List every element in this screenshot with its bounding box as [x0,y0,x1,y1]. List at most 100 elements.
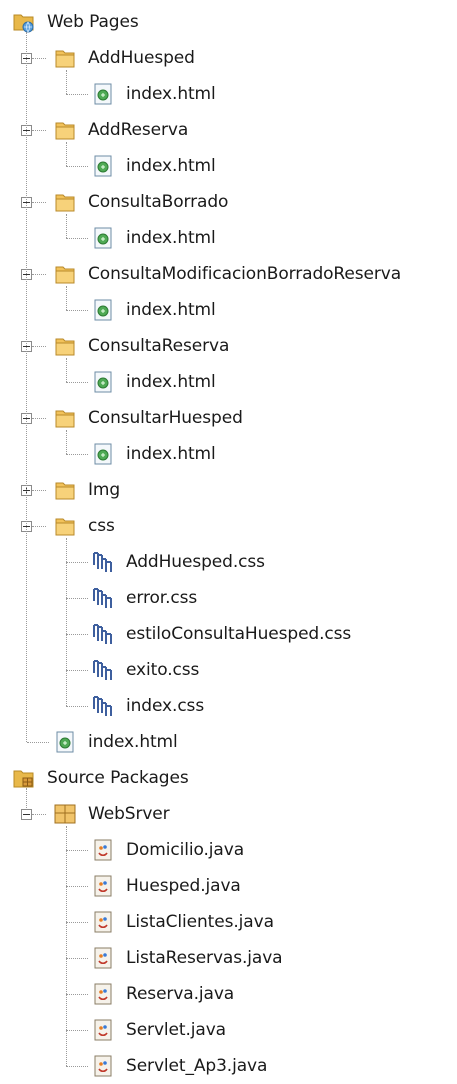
tree-connector [32,130,46,131]
tree-node-addhuesped-css[interactable]: AddHuesped.css [90,544,265,580]
tree-node-source-packages[interactable]: Source Packages [11,760,189,796]
tree-node-css[interactable]: css [52,508,115,544]
tree-connector [66,94,88,95]
tree-node-domicilio-java[interactable]: Domicilio.java [90,832,244,868]
tree-node-web-pages[interactable]: Web Pages [11,4,139,40]
tree-node-label: AddHuesped [88,48,195,68]
html-file-icon [90,297,116,323]
tree-connector [66,670,88,671]
tree-node-label: Huesped.java [126,876,241,896]
tree-node-index-html[interactable]: index.html [52,724,178,760]
tree-connector [66,706,88,707]
html-file-icon [90,225,116,251]
tree-node-consultareserva[interactable]: ConsultaReserva [52,328,229,364]
folder-icon [52,117,78,143]
css-file-icon [90,621,116,647]
tree-node-label: Source Packages [47,768,189,788]
tree-node-label: Servlet_Ap3.java [126,1056,268,1076]
tree-connector [32,526,46,527]
project-tree: Web Pages AddHuesped index.html AddReser… [0,0,457,1080]
tree-node-label: Servlet.java [126,1020,226,1040]
tree-node-label: index.html [88,732,178,752]
tree-node-index-html[interactable]: index.html [90,220,216,256]
java-file-icon [90,873,116,899]
tree-connector [66,958,88,959]
tree-node-label: WebSrver [88,804,170,824]
tree-connector [27,742,49,743]
css-file-icon [90,549,116,575]
tree-node-consultarhuesped[interactable]: ConsultarHuesped [52,400,243,436]
tree-node-label: Web Pages [47,12,139,32]
tree-node-listareservas-java[interactable]: ListaReservas.java [90,940,283,976]
tree-connector [66,886,88,887]
tree-node-index-css[interactable]: index.css [90,688,204,724]
tree-node-index-html[interactable]: index.html [90,148,216,184]
tree-connector [32,814,46,815]
tree-node-servlet-ap3-java[interactable]: Servlet_Ap3.java [90,1048,267,1084]
tree-node-label: Domicilio.java [126,840,245,860]
tree-node-reserva-java[interactable]: Reserva.java [90,976,234,1012]
tree-connector [66,922,88,923]
tree-guide-line [66,214,67,238]
tree-node-index-html[interactable]: index.html [90,76,216,112]
tree-node-label: index.html [126,300,216,320]
tree-node-img[interactable]: Img [52,472,120,508]
tree-connector [32,346,46,347]
tree-connector [66,382,88,383]
tree-node-addhuesped[interactable]: AddHuesped [52,40,195,76]
folder-icon [52,477,78,503]
tree-guide-line [66,70,67,94]
tree-node-websrver[interactable]: WebSrver [52,796,170,832]
tree-node-servlet-java[interactable]: Servlet.java [90,1012,226,1048]
tree-node-index-html[interactable]: index.html [90,364,216,400]
tree-connector [66,562,88,563]
folder-icon [52,513,78,539]
tree-node-estiloconsultahuesped-css[interactable]: estiloConsultaHuesped.css [90,616,351,652]
tree-node-label: exito.css [126,660,200,680]
tree-guide-line [66,286,67,310]
tree-connector [32,418,46,419]
tree-node-label: ConsultaBorrado [88,192,229,212]
package-icon [52,801,78,827]
tree-node-exito-css[interactable]: exito.css [90,652,199,688]
tree-node-label: AddHuesped.css [126,552,265,572]
tree-node-consultaborrado[interactable]: ConsultaBorrado [52,184,228,220]
tree-node-label: index.html [126,444,216,464]
tree-node-label: ListaClientes.java [126,912,274,932]
html-file-icon [90,153,116,179]
tree-node-label: Img [88,480,121,500]
folder-icon [52,45,78,71]
tree-node-listaclientes-java[interactable]: ListaClientes.java [90,904,274,940]
tree-node-label: index.html [126,84,216,104]
folder-icon [52,189,78,215]
source-packages-icon [11,765,37,791]
tree-node-label: estiloConsultaHuesped.css [126,624,352,644]
java-file-icon [90,1017,116,1043]
tree-node-label: index.css [126,696,205,716]
tree-node-index-html[interactable]: index.html [90,436,216,472]
tree-connector [66,850,88,851]
tree-node-addreserva[interactable]: AddReserva [52,112,188,148]
tree-connector [32,58,46,59]
tree-node-label: Reserva.java [126,984,235,1004]
tree-node-label: ConsultaModificacionBorradoReserva [88,264,402,284]
tree-node-error-css[interactable]: error.css [90,580,197,616]
tree-connector [66,166,88,167]
tree-connector [66,238,88,239]
tree-connector [66,454,88,455]
collapse-icon[interactable] [21,809,32,820]
java-file-icon [90,945,116,971]
tree-connector [66,310,88,311]
tree-node-label: index.html [126,156,216,176]
tree-node-consultamodificacionborradoreserva[interactable]: ConsultaModificacionBorradoReserva [52,256,401,292]
css-file-icon [90,657,116,683]
tree-node-index-html[interactable]: index.html [90,292,216,328]
web-pages-folder-icon [11,9,37,35]
html-file-icon [90,441,116,467]
tree-node-label: ConsultaReserva [88,336,230,356]
tree-node-label: ListaReservas.java [126,948,283,968]
tree-connector [32,202,46,203]
folder-icon [52,405,78,431]
tree-node-huesped-java[interactable]: Huesped.java [90,868,241,904]
html-file-icon [90,369,116,395]
